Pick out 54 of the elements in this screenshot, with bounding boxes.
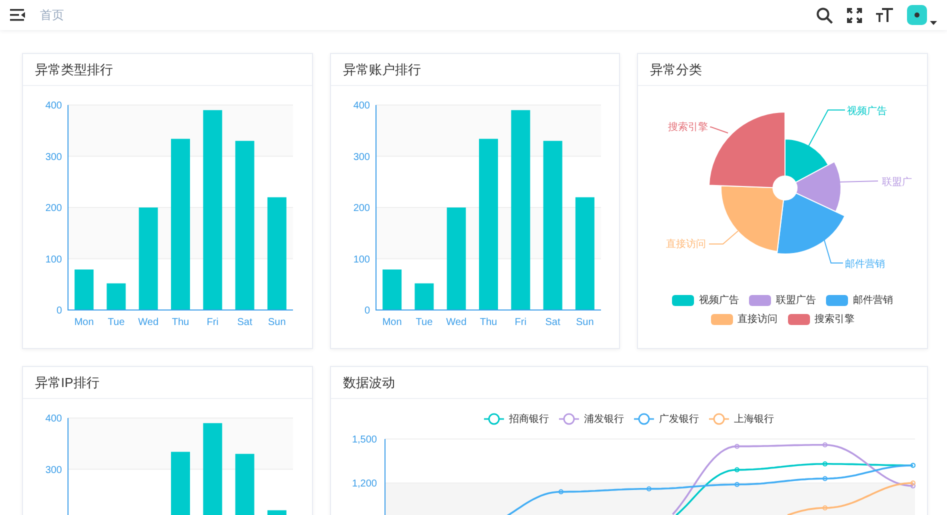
axis-label: Thu — [480, 317, 498, 328]
legend-label: 搜索引擎 — [814, 312, 854, 326]
axis-label: 100 — [45, 254, 62, 266]
card-title: 异常账户排行 — [342, 60, 421, 78]
axis-label: Fri — [514, 317, 526, 328]
slice-label: 搜索引擎 — [668, 122, 708, 133]
card-title: 异常IP排行 — [34, 374, 100, 392]
axis-label: 300 — [45, 464, 62, 476]
axis-label: 100 — [353, 254, 370, 266]
axis-label: 0 — [364, 306, 370, 316]
legend-label: 浦发银行 — [584, 412, 624, 426]
axis-label: Wed — [138, 317, 159, 328]
axis-label: Mon — [74, 317, 94, 328]
legend-label: 邮件营销 — [853, 294, 893, 307]
card-title: 数据波动 — [342, 374, 395, 392]
axis-label: Sun — [576, 317, 594, 328]
axis-label: Sun — [268, 317, 286, 328]
slice-label: 直接访问 — [666, 239, 706, 250]
axis-label: Wed — [446, 317, 467, 328]
axis-label: Sat — [237, 317, 252, 328]
card-title: 异常类型排行 — [34, 60, 113, 78]
legend-label: 直接访问 — [738, 312, 778, 326]
font-size-icon[interactable] — [876, 7, 893, 23]
legend-label: 联盟广告 — [776, 294, 816, 307]
axis-label: Fri — [206, 317, 218, 328]
axis-label: 0 — [56, 306, 62, 316]
axis-label: Tue — [416, 317, 433, 328]
axis-label: Sat — [545, 317, 560, 328]
axis-label: Thu — [172, 317, 190, 328]
menu-icon[interactable] — [10, 8, 26, 22]
axis-label: 400 — [353, 100, 370, 112]
card-title: 异常分类 — [649, 60, 702, 78]
axis-label: 400 — [45, 414, 62, 424]
search-icon[interactable] — [816, 6, 833, 24]
axis-label: 200 — [45, 203, 62, 214]
breadcrumb-link[interactable]: 首页 — [40, 6, 64, 24]
caret-icon[interactable] — [930, 21, 937, 25]
axis-label: 400 — [45, 100, 62, 112]
axis-label: 200 — [353, 203, 370, 214]
slice-label: 邮件营销 — [845, 259, 885, 270]
fullscreen-icon[interactable] — [847, 8, 862, 22]
axis-label: Tue — [108, 317, 125, 328]
legend-label: 招商银行 — [509, 412, 549, 426]
axis-label: 300 — [45, 152, 62, 163]
slice-label: 联盟广 — [882, 177, 912, 188]
legend-label: 上海银行 — [734, 412, 774, 426]
axis-label: 1,200 — [352, 478, 377, 490]
legend-label: 广发银行 — [659, 412, 699, 426]
axis-label: 300 — [353, 152, 370, 163]
avatar-icon[interactable] — [907, 5, 927, 25]
axis-label: Mon — [382, 317, 402, 328]
slice-label: 视频广告 — [847, 106, 887, 117]
legend-label: 视频广告 — [699, 294, 739, 307]
axis-label: 1,500 — [352, 434, 377, 446]
